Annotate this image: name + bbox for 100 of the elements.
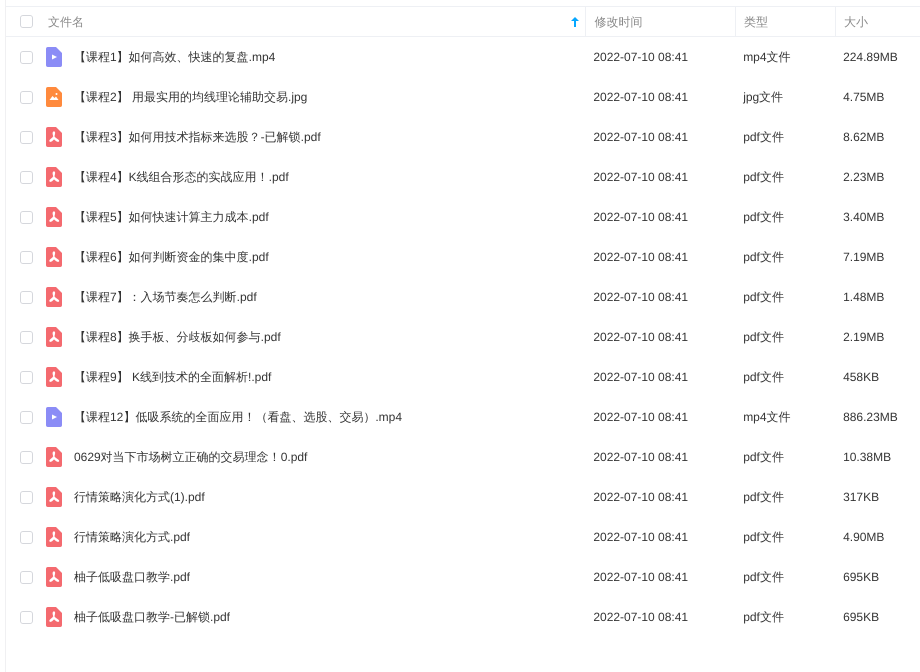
checkbox[interactable] — [20, 250, 33, 264]
file-size: 886.23MB — [843, 410, 898, 424]
file-name[interactable]: 【课程5】如何快速计算主力成本.pdf — [74, 208, 269, 226]
column-label[interactable]: 文件名 — [48, 12, 84, 30]
checkbox[interactable] — [20, 410, 33, 424]
modified-date: 2022-07-10 08:41 — [593, 250, 688, 264]
column-header-cell[interactable]: 文件名 — [6, 7, 586, 36]
checkbox[interactable] — [20, 210, 33, 224]
pdf-file-icon — [46, 487, 62, 507]
column-header-cell[interactable]: 修改时间 — [585, 7, 736, 36]
file-size: 317KB — [843, 490, 880, 504]
modified-date: 2022-07-10 08:41 — [593, 570, 688, 584]
file-type: pdf文件 — [743, 130, 784, 144]
modified-date: 2022-07-10 08:41 — [593, 450, 688, 464]
file-name[interactable]: 【课程9】 K线到技术的全面解析!.pdf — [74, 368, 272, 386]
checkbox[interactable] — [20, 170, 33, 184]
pdf-file-icon — [46, 127, 62, 147]
file-name[interactable]: 柚子低吸盘口教学.pdf — [74, 568, 190, 586]
pdf-file-icon — [46, 447, 62, 467]
checkbox[interactable] — [20, 330, 33, 344]
file-type: pdf文件 — [743, 570, 784, 584]
modified-date: 2022-07-10 08:41 — [593, 130, 688, 144]
file-name[interactable]: 【课程2】 用最实用的均线理论辅助交易.jpg — [74, 88, 308, 106]
file-name[interactable]: 【课程4】K线组合形态的实战应用！.pdf — [74, 168, 289, 186]
column-header-cell[interactable]: 类型 — [735, 7, 836, 36]
checkbox[interactable] — [20, 290, 33, 304]
file-size: 1.48MB — [843, 290, 884, 304]
file-size: 3.40MB — [843, 210, 884, 224]
checkbox[interactable] — [20, 450, 33, 464]
checkbox[interactable] — [20, 130, 33, 144]
file-size: 224.89MB — [843, 50, 898, 64]
file-size: 695KB — [843, 610, 880, 624]
file-type: mp4文件 — [743, 410, 791, 424]
video-file-icon — [46, 47, 62, 67]
file-type: pdf文件 — [743, 170, 784, 184]
file-name[interactable]: 【课程7】：入场节奏怎么判断.pdf — [74, 288, 257, 306]
modified-date: 2022-07-10 08:41 — [593, 170, 688, 184]
checkbox[interactable] — [20, 490, 33, 504]
modified-date: 2022-07-10 08:41 — [593, 490, 688, 504]
pdf-file-icon — [46, 527, 62, 547]
file-size: 8.62MB — [843, 130, 884, 144]
image-file-icon — [46, 87, 62, 107]
modified-date: 2022-07-10 08:41 — [593, 290, 688, 304]
checkbox[interactable] — [20, 50, 33, 64]
file-type: mp4文件 — [743, 50, 791, 64]
file-name[interactable]: 柚子低吸盘口教学-已解锁.pdf — [74, 608, 230, 626]
file-type: pdf文件 — [743, 490, 784, 504]
pdf-file-icon — [46, 567, 62, 587]
modified-date: 2022-07-10 08:41 — [593, 610, 688, 624]
file-size: 695KB — [843, 570, 880, 584]
file-size: 2.19MB — [843, 330, 884, 344]
checkbox[interactable] — [20, 90, 33, 104]
checkbox[interactable] — [20, 610, 33, 624]
file-size: 4.90MB — [843, 530, 884, 544]
column-header-cell[interactable]: 大小 — [835, 7, 920, 36]
file-type: pdf文件 — [743, 290, 784, 304]
file-type: pdf文件 — [743, 610, 784, 624]
file-size: 10.38MB — [843, 450, 892, 464]
column-label[interactable]: 大小 — [844, 12, 868, 30]
file-name[interactable]: 行情策略演化方式.pdf — [74, 528, 190, 546]
modified-date: 2022-07-10 08:41 — [593, 210, 688, 224]
file-name[interactable]: 【课程12】低吸系统的全面应用！（看盘、选股、交易）.mp4 — [74, 408, 402, 426]
file-type: pdf文件 — [743, 330, 784, 344]
pdf-file-icon — [46, 247, 62, 267]
pdf-file-icon — [46, 367, 62, 387]
modified-date: 2022-07-10 08:41 — [593, 530, 688, 544]
file-name[interactable]: 【课程3】如何用技术指标来选股？-已解锁.pdf — [74, 128, 321, 146]
column-label[interactable]: 类型 — [744, 12, 768, 30]
pdf-file-icon — [46, 207, 62, 227]
modified-date: 2022-07-10 08:41 — [593, 370, 688, 384]
pdf-file-icon — [46, 167, 62, 187]
file-name[interactable]: 行情策略演化方式(1).pdf — [74, 488, 205, 506]
file-type: pdf文件 — [743, 450, 784, 464]
file-name[interactable]: 0629对当下市场树立正确的交易理念！0.pdf — [74, 448, 308, 466]
modified-date: 2022-07-10 08:41 — [593, 90, 688, 104]
file-name[interactable]: 【课程1】如何高效、快速的复盘.mp4 — [74, 48, 276, 66]
file-name[interactable]: 【课程8】换手板、分歧板如何参与.pdf — [74, 328, 281, 346]
file-size: 458KB — [843, 370, 880, 384]
pdf-file-icon — [46, 327, 62, 347]
file-name[interactable]: 【课程6】如何判断资金的集中度.pdf — [74, 248, 269, 266]
file-type: pdf文件 — [743, 370, 784, 384]
column-label[interactable]: 修改时间 — [594, 12, 642, 30]
file-size: 4.75MB — [843, 90, 884, 104]
file-size: 2.23MB — [843, 170, 884, 184]
modified-date: 2022-07-10 08:41 — [593, 410, 688, 424]
video-file-icon — [46, 407, 62, 427]
pdf-file-icon — [46, 607, 62, 627]
file-type: jpg文件 — [743, 90, 784, 104]
modified-date: 2022-07-10 08:41 — [593, 50, 688, 64]
checkbox[interactable] — [20, 570, 33, 584]
modified-date: 2022-07-10 08:41 — [593, 330, 688, 344]
file-type: pdf文件 — [743, 210, 784, 224]
checkbox[interactable] — [20, 370, 33, 384]
file-type: pdf文件 — [743, 250, 784, 264]
pdf-file-icon — [46, 287, 62, 307]
file-size: 7.19MB — [843, 250, 884, 264]
sort-arrow-icon[interactable] — [571, 16, 580, 26]
checkbox[interactable] — [20, 530, 33, 544]
checkbox[interactable] — [20, 15, 33, 28]
file-type: pdf文件 — [743, 530, 784, 544]
